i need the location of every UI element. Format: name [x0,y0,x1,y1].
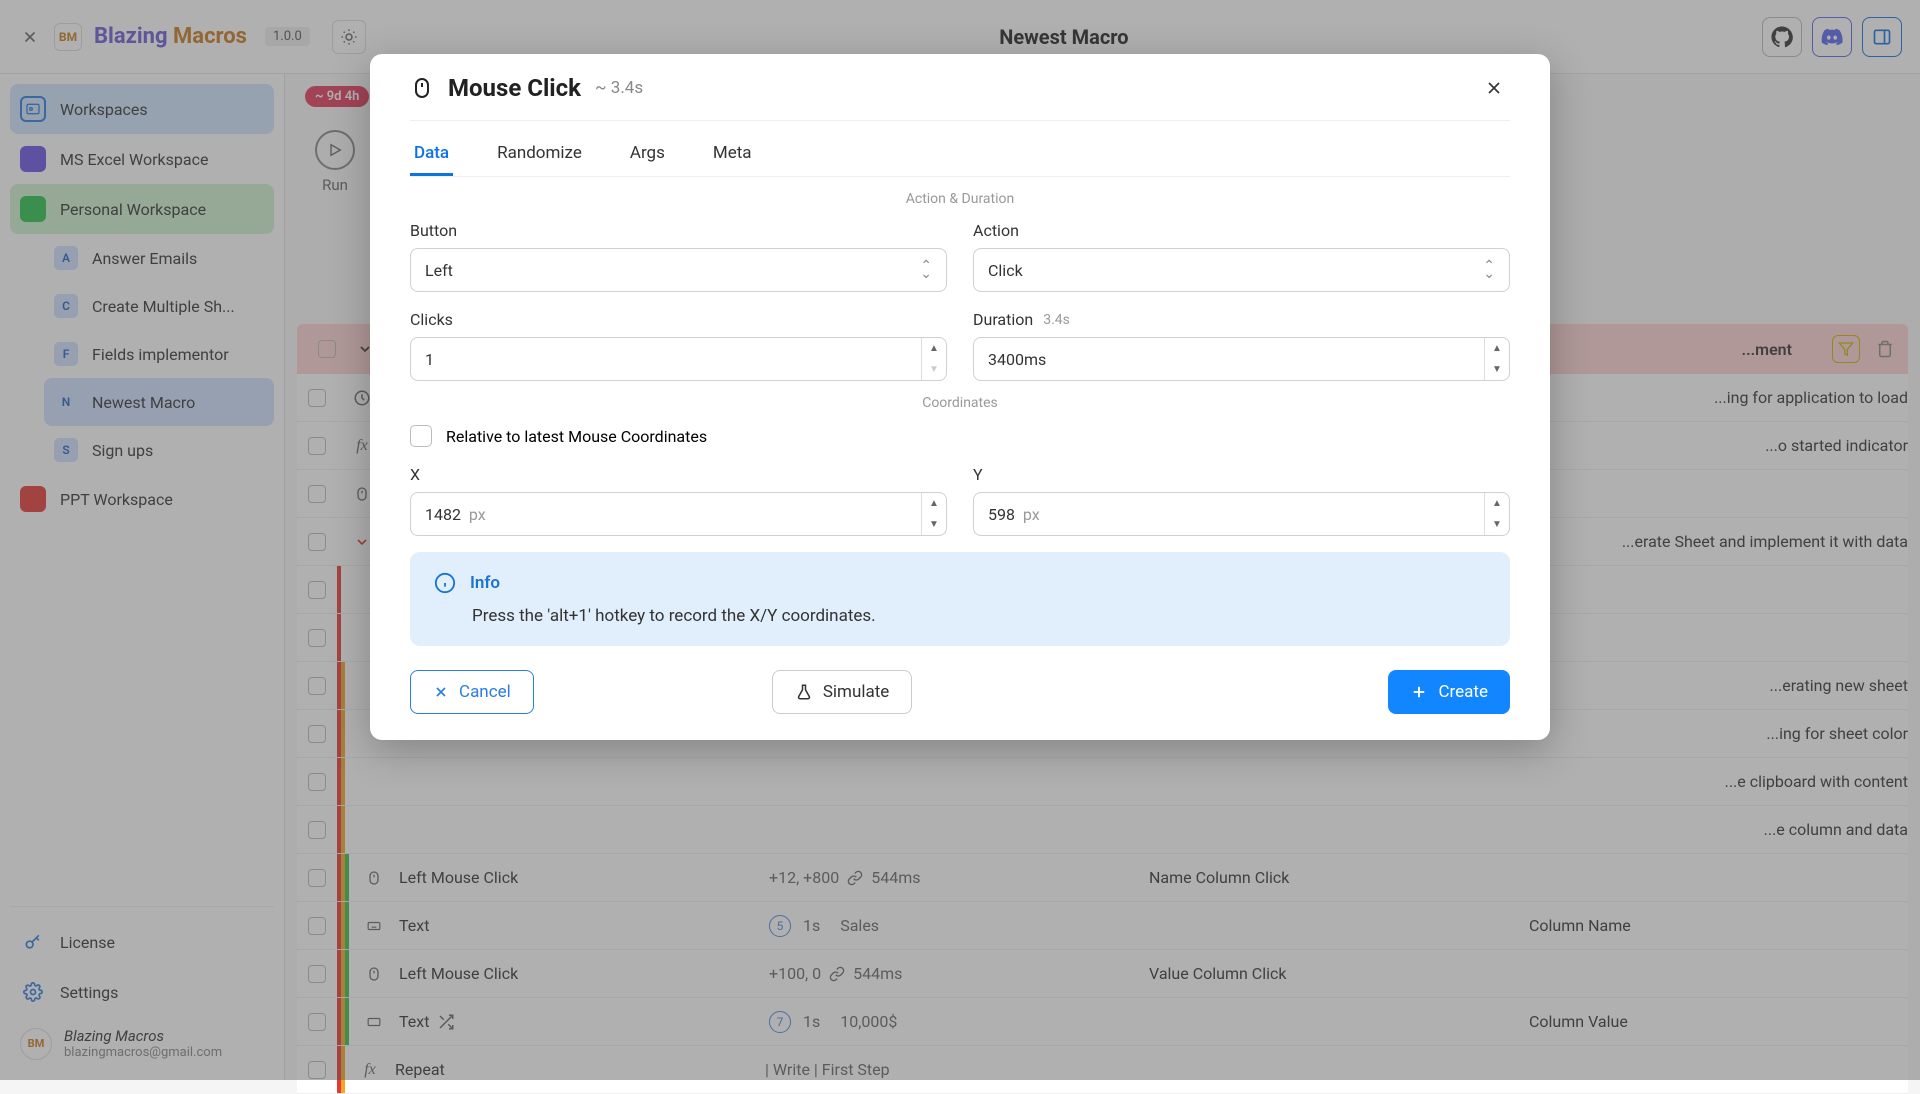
spin-down-button[interactable]: ▼ [922,359,946,380]
button-value: Left [425,261,453,280]
relative-label: Relative to latest Mouse Coordinates [446,427,707,446]
action-value: Click [988,261,1023,280]
x-unit: px [469,505,486,524]
info-title: Info [470,573,500,593]
spin-up-button[interactable]: ▲ [1485,493,1509,514]
spin-down-button[interactable]: ▼ [922,514,946,535]
clicks-label: Clicks [410,310,947,329]
close-button[interactable] [1478,72,1510,104]
tab-randomize[interactable]: Randomize [493,133,586,176]
x-label: X [410,465,947,484]
chevron-updown-icon: ⌃⌄ [920,262,932,278]
x-value: 1482 [425,505,461,524]
create-button[interactable]: Create [1388,670,1510,714]
y-unit: px [1023,505,1040,524]
simulate-label: Simulate [823,682,889,702]
info-icon [434,572,456,594]
modal-title: Mouse Click [448,74,581,102]
tab-data[interactable]: Data [410,133,453,176]
spin-up-button[interactable]: ▲ [922,338,946,359]
duration-value: 3400ms [988,350,1484,369]
cancel-label: Cancel [459,682,511,702]
action-select[interactable]: Click ⌃⌄ [973,248,1510,292]
plus-icon [1410,683,1428,701]
duration-hint: 3.4s [1043,312,1070,328]
create-label: Create [1438,682,1488,702]
relative-checkbox[interactable] [410,425,432,447]
y-input[interactable]: 598 px ▲▼ [973,492,1510,536]
section-coordinates: Coordinates [410,395,1510,411]
clicks-input[interactable]: 1▲▼ [410,337,947,381]
info-box: Info Press the 'alt+1' hotkey to record … [410,552,1510,646]
simulate-button[interactable]: Simulate [772,670,912,714]
cancel-button[interactable]: Cancel [410,670,534,714]
button-label: Button [410,221,947,240]
chevron-updown-icon: ⌃⌄ [1483,262,1495,278]
mouse-icon [410,74,434,102]
y-label: Y [973,465,1510,484]
info-text: Press the 'alt+1' hotkey to record the X… [472,606,1486,626]
spin-up-button[interactable]: ▲ [922,493,946,514]
duration-label: Duration [973,310,1033,329]
button-select[interactable]: Left ⌃⌄ [410,248,947,292]
spin-down-button[interactable]: ▼ [1485,514,1509,535]
action-label: Action [973,221,1510,240]
spin-down-button[interactable]: ▼ [1485,359,1509,380]
spin-up-button[interactable]: ▲ [1485,338,1509,359]
flask-icon [795,683,813,701]
mouse-click-modal: Mouse Click ~ 3.4s Data Randomize Args M… [370,54,1550,740]
tab-args[interactable]: Args [626,133,669,176]
modal-subtitle: ~ 3.4s [595,78,643,98]
section-action-duration: Action & Duration [410,191,1510,207]
clicks-value: 1 [425,350,921,369]
close-icon [433,684,449,700]
x-input[interactable]: 1482 px ▲▼ [410,492,947,536]
duration-input[interactable]: 3400ms▲▼ [973,337,1510,381]
tab-meta[interactable]: Meta [709,133,756,176]
y-value: 598 [988,505,1015,524]
